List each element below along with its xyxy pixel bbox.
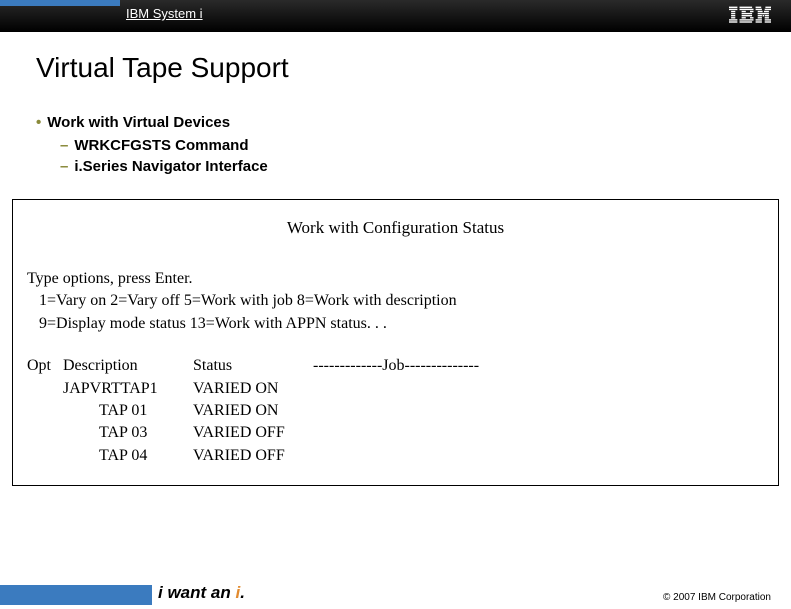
cell-status: VARIED OFF [193,445,313,467]
cell-desc: TAP 01 [63,400,193,422]
bullet-dot-icon: • [36,114,41,131]
panel-heading: Work with Configuration Status [27,218,764,238]
header-bar: IBM System i [0,0,791,32]
config-status-panel: Work with Configuration Status Type opti… [12,199,779,486]
footer: i want an i. © 2007 IBM Corporation [0,581,791,609]
footer-tagline: i want an i. [158,583,245,603]
sub-bullet-2: –i.Series Navigator Interface [60,158,755,175]
col-header-status: Status [193,355,313,377]
dash-icon: – [60,137,68,154]
cell-opt [27,422,63,444]
cell-opt [27,378,63,400]
footer-accent-bar [0,585,152,605]
bullet-main-text: Work with Virtual Devices [47,114,230,131]
instruction-line-2: 1=Vary on 2=Vary off 5=Work with job 8=W… [27,290,764,312]
table-row: TAP 01 VARIED ON [27,400,764,422]
sub-bullet-1: –WRKCFGSTS Command [60,137,755,154]
sub-bullet-2-text: i.Series Navigator Interface [74,158,267,175]
dash-icon: – [60,158,68,175]
status-table: Opt Description Status -------------Job-… [27,355,764,467]
copyright: © 2007 IBM Corporation [663,592,771,603]
table-row: JAPVRTTAP1 VARIED ON [27,378,764,400]
page-title: Virtual Tape Support [36,52,791,84]
panel-instructions: Type options, press Enter. 1=Vary on 2=V… [27,268,764,335]
cell-desc: TAP 04 [63,445,193,467]
col-header-job: -------------Job-------------- [313,355,764,377]
ibm-logo-icon [729,6,771,29]
ibm-logo-svg [729,6,771,24]
cell-status: VARIED OFF [193,422,313,444]
content-area: • Work with Virtual Devices –WRKCFGSTS Co… [36,114,755,175]
sub-bullet-1-text: WRKCFGSTS Command [74,137,248,154]
table-header-row: Opt Description Status -------------Job-… [27,355,764,377]
col-header-desc: Description [63,355,193,377]
cell-desc: TAP 03 [63,422,193,444]
cell-desc: JAPVRTTAP1 [63,378,193,400]
cell-opt [27,400,63,422]
col-header-opt: Opt [27,355,63,377]
product-line: IBM System i [126,6,203,21]
cell-status: VARIED ON [193,378,313,400]
bullet-main: • Work with Virtual Devices [36,114,755,131]
tagline-prefix: i want an [158,583,235,602]
cell-opt [27,445,63,467]
table-row: TAP 04 VARIED OFF [27,445,764,467]
table-row: TAP 03 VARIED OFF [27,422,764,444]
cell-status: VARIED ON [193,400,313,422]
tagline-suffix: . [240,583,245,602]
instruction-line-1: Type options, press Enter. [27,268,764,290]
instruction-line-3: 9=Display mode status 13=Work with APPN … [27,313,764,335]
